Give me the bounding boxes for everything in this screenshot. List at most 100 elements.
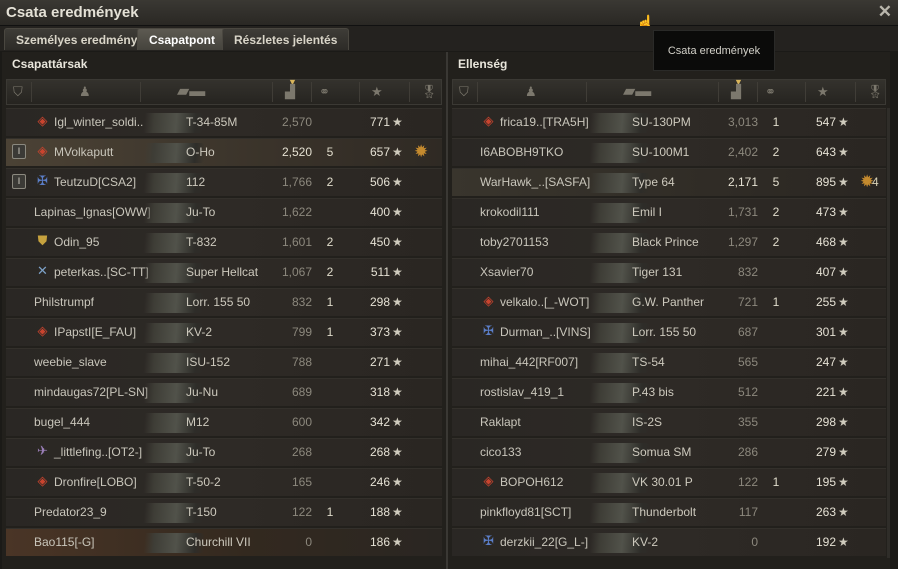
tank-name: KV-2 bbox=[632, 535, 659, 549]
player-row[interactable]: I ✠ TeutzuD[CSA2] 112 1,766 2 506 ★ bbox=[6, 168, 442, 196]
diamond-icon: ◈ bbox=[483, 113, 494, 128]
xp-star-icon[interactable]: ★ bbox=[817, 84, 829, 100]
player-row[interactable]: ✕ peterkas..[SC-TT] Super Hellcat 1,067 2 511… bbox=[6, 258, 442, 286]
star-icon: ★ bbox=[838, 115, 849, 129]
player-row[interactable]: mihai_442[RF007] TS-54 565 247 ★ bbox=[452, 348, 886, 376]
star-icon: ★ bbox=[392, 205, 403, 219]
tank-name: T-34-85M bbox=[186, 115, 238, 129]
player-icon[interactable]: ♟ bbox=[525, 84, 537, 100]
medal-icon[interactable]: 🎖 bbox=[421, 84, 438, 100]
tank-name: Type 64 bbox=[632, 175, 675, 189]
rank-icon[interactable]: ⛉ bbox=[459, 84, 469, 100]
player-row[interactable]: I6ABOBH9TKO SU-100M1 2,402 2 643 ★ bbox=[452, 138, 886, 166]
medal-icon[interactable]: ✹ bbox=[414, 142, 428, 162]
player-row[interactable]: ◈ velkalo..[_-WOT] G.W. Panther 721 1 255 ★ bbox=[452, 288, 886, 316]
kills-value: 1 bbox=[326, 325, 334, 339]
damage-value: 3,013 bbox=[727, 115, 758, 129]
xp-value: 547 bbox=[815, 115, 836, 129]
xp-value: 186 bbox=[369, 535, 390, 549]
player-row[interactable]: Philstrumpf Lorr. 155 50 832 1 298 ★ bbox=[6, 288, 442, 316]
diamond-icon: ◈ bbox=[37, 143, 48, 158]
player-row[interactable]: Predator23_9 T-150 122 1 188 ★ bbox=[6, 498, 442, 526]
player-row[interactable]: krokodil111 Emil I 1,731 2 473 ★ bbox=[452, 198, 886, 226]
tab-personal-result[interactable]: Személyes eredmény bbox=[4, 28, 150, 50]
rank-icon[interactable]: ⛉ bbox=[13, 84, 23, 100]
player-row[interactable]: ◈ Igl_winter_soldi.. T-34-85M 2,570 771 ★ bbox=[6, 108, 442, 136]
player-name: Durman_..[VINS] bbox=[500, 325, 591, 339]
player-name: _littlefing..[OT2-] bbox=[54, 445, 143, 459]
player-row[interactable]: cico133 Somua SM 286 279 ★ bbox=[452, 438, 886, 466]
player-row[interactable]: WarHawk_..[SASFA] Type 64 2,171 5 895 ★ ✹ 4 bbox=[452, 168, 886, 196]
star-icon: ★ bbox=[392, 475, 403, 489]
tab-team-score[interactable]: Csapatpont bbox=[137, 28, 227, 50]
player-row[interactable]: Xsavier70 Tiger 131 832 407 ★ bbox=[452, 258, 886, 286]
damage-value: 355 bbox=[737, 415, 758, 429]
damage-value: 117 bbox=[738, 505, 758, 519]
player-row[interactable]: weebie_slave ISU-152 788 271 ★ bbox=[6, 348, 442, 376]
tank-name: G.W. Panther bbox=[632, 295, 705, 309]
scrollbar[interactable] bbox=[887, 108, 890, 558]
tank-name: Emil I bbox=[632, 205, 662, 219]
close-icon[interactable]: ✕ bbox=[878, 2, 892, 22]
player-row[interactable]: Lapinas_Ignas[OWW] Ju-To 1,622 400 ★ bbox=[6, 198, 442, 226]
star-icon: ★ bbox=[392, 145, 403, 159]
xp-value: 247 bbox=[815, 355, 836, 369]
player-row[interactable]: rostislav_419_1 P.43 bis 512 221 ★ bbox=[452, 378, 886, 406]
tank-name: Ju-To bbox=[186, 205, 216, 219]
kills-value: 2 bbox=[772, 145, 780, 159]
player-row[interactable]: ◈ BOPOH612 VK 30.01 P 122 1 195 ★ bbox=[452, 468, 886, 496]
medal-icon[interactable]: 🎖 bbox=[867, 84, 884, 100]
player-name: derzkii_22[G_L-] bbox=[500, 535, 589, 549]
player-row[interactable]: bugel_444 M12 600 342 ★ bbox=[6, 408, 442, 436]
player-row[interactable]: ◈ IPapstI[E_FAU] KV-2 799 1 373 ★ bbox=[6, 318, 442, 346]
enemy-column-header: ⛉ ♟ ▰▬ ▼ ▟ ⚭ ★ 🎖 bbox=[452, 77, 886, 105]
player-row[interactable]: ✠ Durman_..[VINS] Lorr. 155 50 687 301 ★ bbox=[452, 318, 886, 346]
tank-icon[interactable]: ▰▬ bbox=[623, 81, 651, 101]
tab-detailed-report[interactable]: Részletes jelentés bbox=[222, 28, 350, 50]
kills-value: 2 bbox=[772, 205, 780, 219]
kills-value: 2 bbox=[326, 175, 334, 189]
tank-icon[interactable]: ▰▬ bbox=[177, 81, 205, 101]
player-row[interactable]: Raklapt IS-2S 355 298 ★ bbox=[452, 408, 886, 436]
enemy-rows: ◈ frica19..[TRA5H] SU-130PM 3,013 1 547 ★ I6ABO… bbox=[452, 108, 886, 558]
player-row[interactable]: pinkfloyd81[SCT] Thunderbolt 117 263 ★ bbox=[452, 498, 886, 526]
kills-value: 5 bbox=[326, 145, 334, 159]
player-row[interactable]: toby2701153 Black Prince 1,297 2 468 ★ bbox=[452, 228, 886, 256]
player-name: Bao115[-G] bbox=[34, 535, 95, 549]
star-icon: ★ bbox=[392, 325, 403, 339]
xp-value: 468 bbox=[815, 235, 836, 249]
xp-value: 255 bbox=[815, 295, 836, 309]
xp-value: 298 bbox=[369, 295, 390, 309]
player-row[interactable]: mindaugas72[PL-SN] Ju-Nu 689 318 ★ bbox=[6, 378, 442, 406]
player-row[interactable]: Bao115[-G] Churchill VII 0 186 ★ bbox=[6, 528, 442, 556]
damage-value: 165 bbox=[291, 475, 312, 489]
player-row[interactable]: ◈ frica19..[TRA5H] SU-130PM 3,013 1 547 ★ bbox=[452, 108, 886, 136]
tank-name: Somua SM bbox=[632, 445, 692, 459]
xp-star-icon[interactable]: ★ bbox=[371, 84, 383, 100]
player-row[interactable]: ◈ Dronfire[LOBO] T-50-2 165 246 ★ bbox=[6, 468, 442, 496]
medal-count: 4 bbox=[872, 175, 879, 189]
tank-name: KV-2 bbox=[186, 325, 213, 339]
player-icon[interactable]: ♟ bbox=[79, 84, 91, 100]
star-icon: ★ bbox=[392, 445, 403, 459]
damage-value: 565 bbox=[737, 355, 758, 369]
xp-value: 263 bbox=[815, 505, 836, 519]
player-name: I6ABOBH9TKO bbox=[480, 145, 564, 159]
star-icon: ★ bbox=[838, 385, 849, 399]
player-row[interactable]: ✈ _littlefing..[OT2-] Ju-To 268 268 ★ bbox=[6, 438, 442, 466]
kills-icon[interactable]: ⚭ bbox=[765, 84, 776, 100]
team-rows: ◈ Igl_winter_soldi.. T-34-85M 2,570 771 ★ I ◈ MV… bbox=[6, 108, 442, 558]
player-row[interactable]: ⛊ Odin_95 T-832 1,601 2 450 ★ bbox=[6, 228, 442, 256]
player-name: Dronfire[LOBO] bbox=[54, 475, 137, 489]
tank-name: SU-100M1 bbox=[632, 145, 690, 159]
kills-icon[interactable]: ⚭ bbox=[319, 84, 330, 100]
player-name: WarHawk_..[SASFA] bbox=[480, 175, 591, 189]
damage-value: 2,570 bbox=[281, 115, 312, 129]
kills-value: 2 bbox=[772, 235, 780, 249]
player-name: krokodil111 bbox=[480, 205, 540, 219]
damage-icon[interactable]: ▟ bbox=[285, 84, 295, 100]
player-row[interactable]: I ◈ MVolkaputt O-Ho 2,520 5 657 ★ ✹ bbox=[6, 138, 442, 166]
damage-icon[interactable]: ▟ bbox=[731, 84, 741, 100]
diamond-icon: ◈ bbox=[37, 473, 48, 488]
player-row[interactable]: ✠ derzkii_22[G_L-] KV-2 0 192 ★ bbox=[452, 528, 886, 556]
